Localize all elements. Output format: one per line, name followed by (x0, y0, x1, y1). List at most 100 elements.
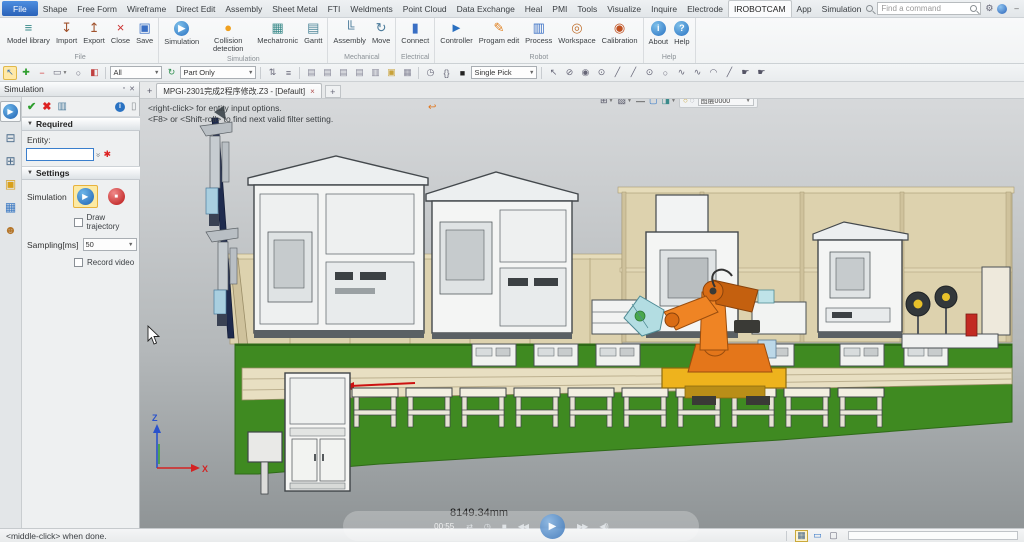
window-mode-icon[interactable]: ▢ (827, 530, 840, 542)
settings-section-header[interactable]: ▼ Settings (22, 166, 142, 180)
simulation-manager-tab[interactable]: ▶ (0, 101, 21, 122)
pick-hand-1-icon[interactable]: ☛ (738, 66, 752, 80)
menu-tab-assembly[interactable]: Assembly (220, 0, 267, 17)
menu-tab-electrode[interactable]: Electrode (682, 0, 728, 17)
player-forward-icon[interactable]: ▶▶ (577, 522, 587, 531)
connect-button[interactable]: ▮Connect (398, 19, 432, 46)
add-entity-icon[interactable]: ✚ (19, 66, 33, 80)
menu-tab-sheet-metal[interactable]: Sheet Metal (267, 0, 322, 17)
pick-hand-2-icon[interactable]: ☛ (754, 66, 768, 80)
view-state-4-icon[interactable]: ▤ (352, 66, 366, 80)
move-button[interactable]: ↻Move (369, 19, 393, 46)
about-button[interactable]: iAbout (646, 19, 672, 47)
minimize-button[interactable]: – (1011, 4, 1021, 13)
remove-entity-icon[interactable]: − (35, 66, 49, 80)
export-button[interactable]: ↥Export (80, 19, 108, 46)
menu-tab-heal[interactable]: Heal (520, 0, 547, 17)
cnc-machine-4[interactable] (813, 222, 908, 338)
mechatronic-button[interactable]: ▦Mechatronic (254, 19, 301, 46)
view-state-1-icon[interactable]: ▤ (304, 66, 318, 80)
menu-tab-free-form[interactable]: Free Form (72, 0, 122, 17)
menu-tab-visualize[interactable]: Visualize (602, 0, 646, 17)
player-timer-icon[interactable]: ◷ (484, 522, 490, 531)
undo-input-icon[interactable]: ↩ (428, 102, 436, 113)
filter-curve-1-icon[interactable]: ∿ (674, 66, 688, 80)
help-button[interactable]: ?Help (671, 19, 692, 47)
block-icon[interactable]: ■ (455, 66, 469, 80)
menu-tab-wireframe[interactable]: Wireframe (122, 0, 171, 17)
menu-tab-tools[interactable]: Tools (572, 0, 602, 17)
filter-line-2-icon[interactable]: ╱ (626, 66, 640, 80)
player-stop-icon[interactable]: ■ (502, 522, 506, 531)
import-button[interactable]: ↧Import (53, 19, 80, 46)
menu-tab-simulation[interactable]: Simulation (817, 0, 867, 17)
cnc-machine-2[interactable] (426, 172, 578, 339)
menu-tab-inquire[interactable]: Inquire (646, 0, 682, 17)
sort-up-icon[interactable]: ⇅ (265, 66, 279, 80)
auto-regen-icon[interactable]: ↻ (164, 66, 178, 80)
menu-tab-irobotcam[interactable]: IROBOTCAM (728, 0, 791, 17)
copy-view-icon[interactable]: ▥ (368, 66, 382, 80)
color-filter-icon[interactable]: ◧ (87, 66, 101, 80)
cancel-button[interactable]: ✖ (42, 100, 51, 113)
apply-button[interactable]: ▥ (57, 101, 66, 112)
filter-line-1-icon[interactable]: ╱ (610, 66, 624, 80)
panel-pin-icon[interactable]: ▫ (123, 85, 125, 93)
user-account-icon[interactable] (997, 4, 1007, 14)
viewport-3d-scene[interactable]: Z X 8149.34mm (140, 82, 1024, 528)
doc-icon[interactable]: ▯ (131, 101, 137, 112)
pick-inner-icon[interactable]: ⊙ (594, 66, 608, 80)
pick-none-icon[interactable]: ⊘ (562, 66, 576, 80)
simulation-stop-button[interactable]: ■ (104, 185, 129, 208)
player-volume-icon[interactable]: ◀)) (599, 522, 607, 531)
storage-cabinet[interactable] (285, 373, 350, 491)
tab-pin-icon[interactable]: + (143, 86, 156, 98)
menu-tab-data-exchange[interactable]: Data Exchange (452, 0, 520, 17)
expand-chevron-icon[interactable]: » (94, 153, 103, 156)
document-tab[interactable]: MPGI-2301完成2程序修改.Z3 - [Default] × (156, 83, 322, 98)
display-mode-combo[interactable]: Part Only▼ (180, 66, 256, 79)
monitor-icon[interactable]: ▭ (811, 530, 824, 542)
folder-icon[interactable]: ▣ (384, 66, 398, 80)
model-library-button[interactable]: ≡Model library (4, 19, 53, 46)
export-view-icon[interactable]: ▦ (400, 66, 414, 80)
last-pick-icon[interactable]: ↖ (546, 66, 560, 80)
file-menu-button[interactable]: File (2, 1, 38, 16)
ok-button[interactable]: ✔ (27, 100, 36, 113)
calibration-button[interactable]: ◉Calibration (599, 19, 641, 46)
menu-tab-direct-edit[interactable]: Direct Edit (171, 0, 220, 17)
player-play-icon[interactable]: ▶ (540, 514, 565, 539)
required-section-header[interactable]: ▼ Required (22, 117, 142, 131)
user-manager-tab[interactable]: ☻ (4, 223, 17, 237)
panel-close-icon[interactable]: ✕ (129, 85, 135, 93)
viewport[interactable]: Z X 8149.34mm + MPGI-2301完成2程序修改.Z3 - [D… (140, 82, 1024, 528)
controller-button[interactable]: ►Controller (437, 19, 476, 46)
lasso-select-icon[interactable]: ○ (71, 66, 85, 80)
new-tab-button[interactable]: + (325, 85, 341, 98)
pick-feature-icon[interactable]: ◉ (578, 66, 592, 80)
braces-icon[interactable]: {} (439, 66, 453, 80)
menu-tab-point-cloud[interactable]: Point Cloud (398, 0, 452, 17)
menu-tab-shape[interactable]: Shape (38, 0, 73, 17)
save-button[interactable]: ▣Save (133, 19, 156, 46)
menu-tab-app[interactable]: App (792, 0, 817, 17)
program-edit-button[interactable]: ✎Progam edit (476, 19, 522, 46)
entity-input[interactable] (26, 148, 94, 161)
pick-mode-combo[interactable]: Single Pick▼ (471, 66, 537, 79)
player-shuffle-icon[interactable]: ⇄ (466, 522, 472, 531)
tab-close-icon[interactable]: × (310, 87, 315, 96)
collision-detection-button[interactable]: ●Collision detection (202, 19, 254, 55)
draw-trajectory-checkbox[interactable] (74, 218, 83, 227)
view-state-2-icon[interactable]: ▤ (320, 66, 334, 80)
simulation-play-button[interactable]: ▶ (73, 185, 98, 208)
gantt-button[interactable]: ▤Gantt (301, 19, 325, 46)
gear-icon[interactable]: ⚙ (985, 3, 993, 14)
sampling-combo[interactable]: 50 ▼ (83, 238, 137, 251)
filter-axis-icon[interactable]: ╱ (722, 66, 736, 80)
filter-curve-2-icon[interactable]: ∿ (690, 66, 704, 80)
command-search-box[interactable]: Find a command (877, 2, 981, 15)
player-rewind-icon[interactable]: ◀◀ (518, 522, 528, 531)
pick-arrow-icon[interactable]: ↖ (3, 66, 17, 80)
view-state-3-icon[interactable]: ▤ (336, 66, 350, 80)
resource-library-tab[interactable]: ▣ (5, 177, 16, 191)
